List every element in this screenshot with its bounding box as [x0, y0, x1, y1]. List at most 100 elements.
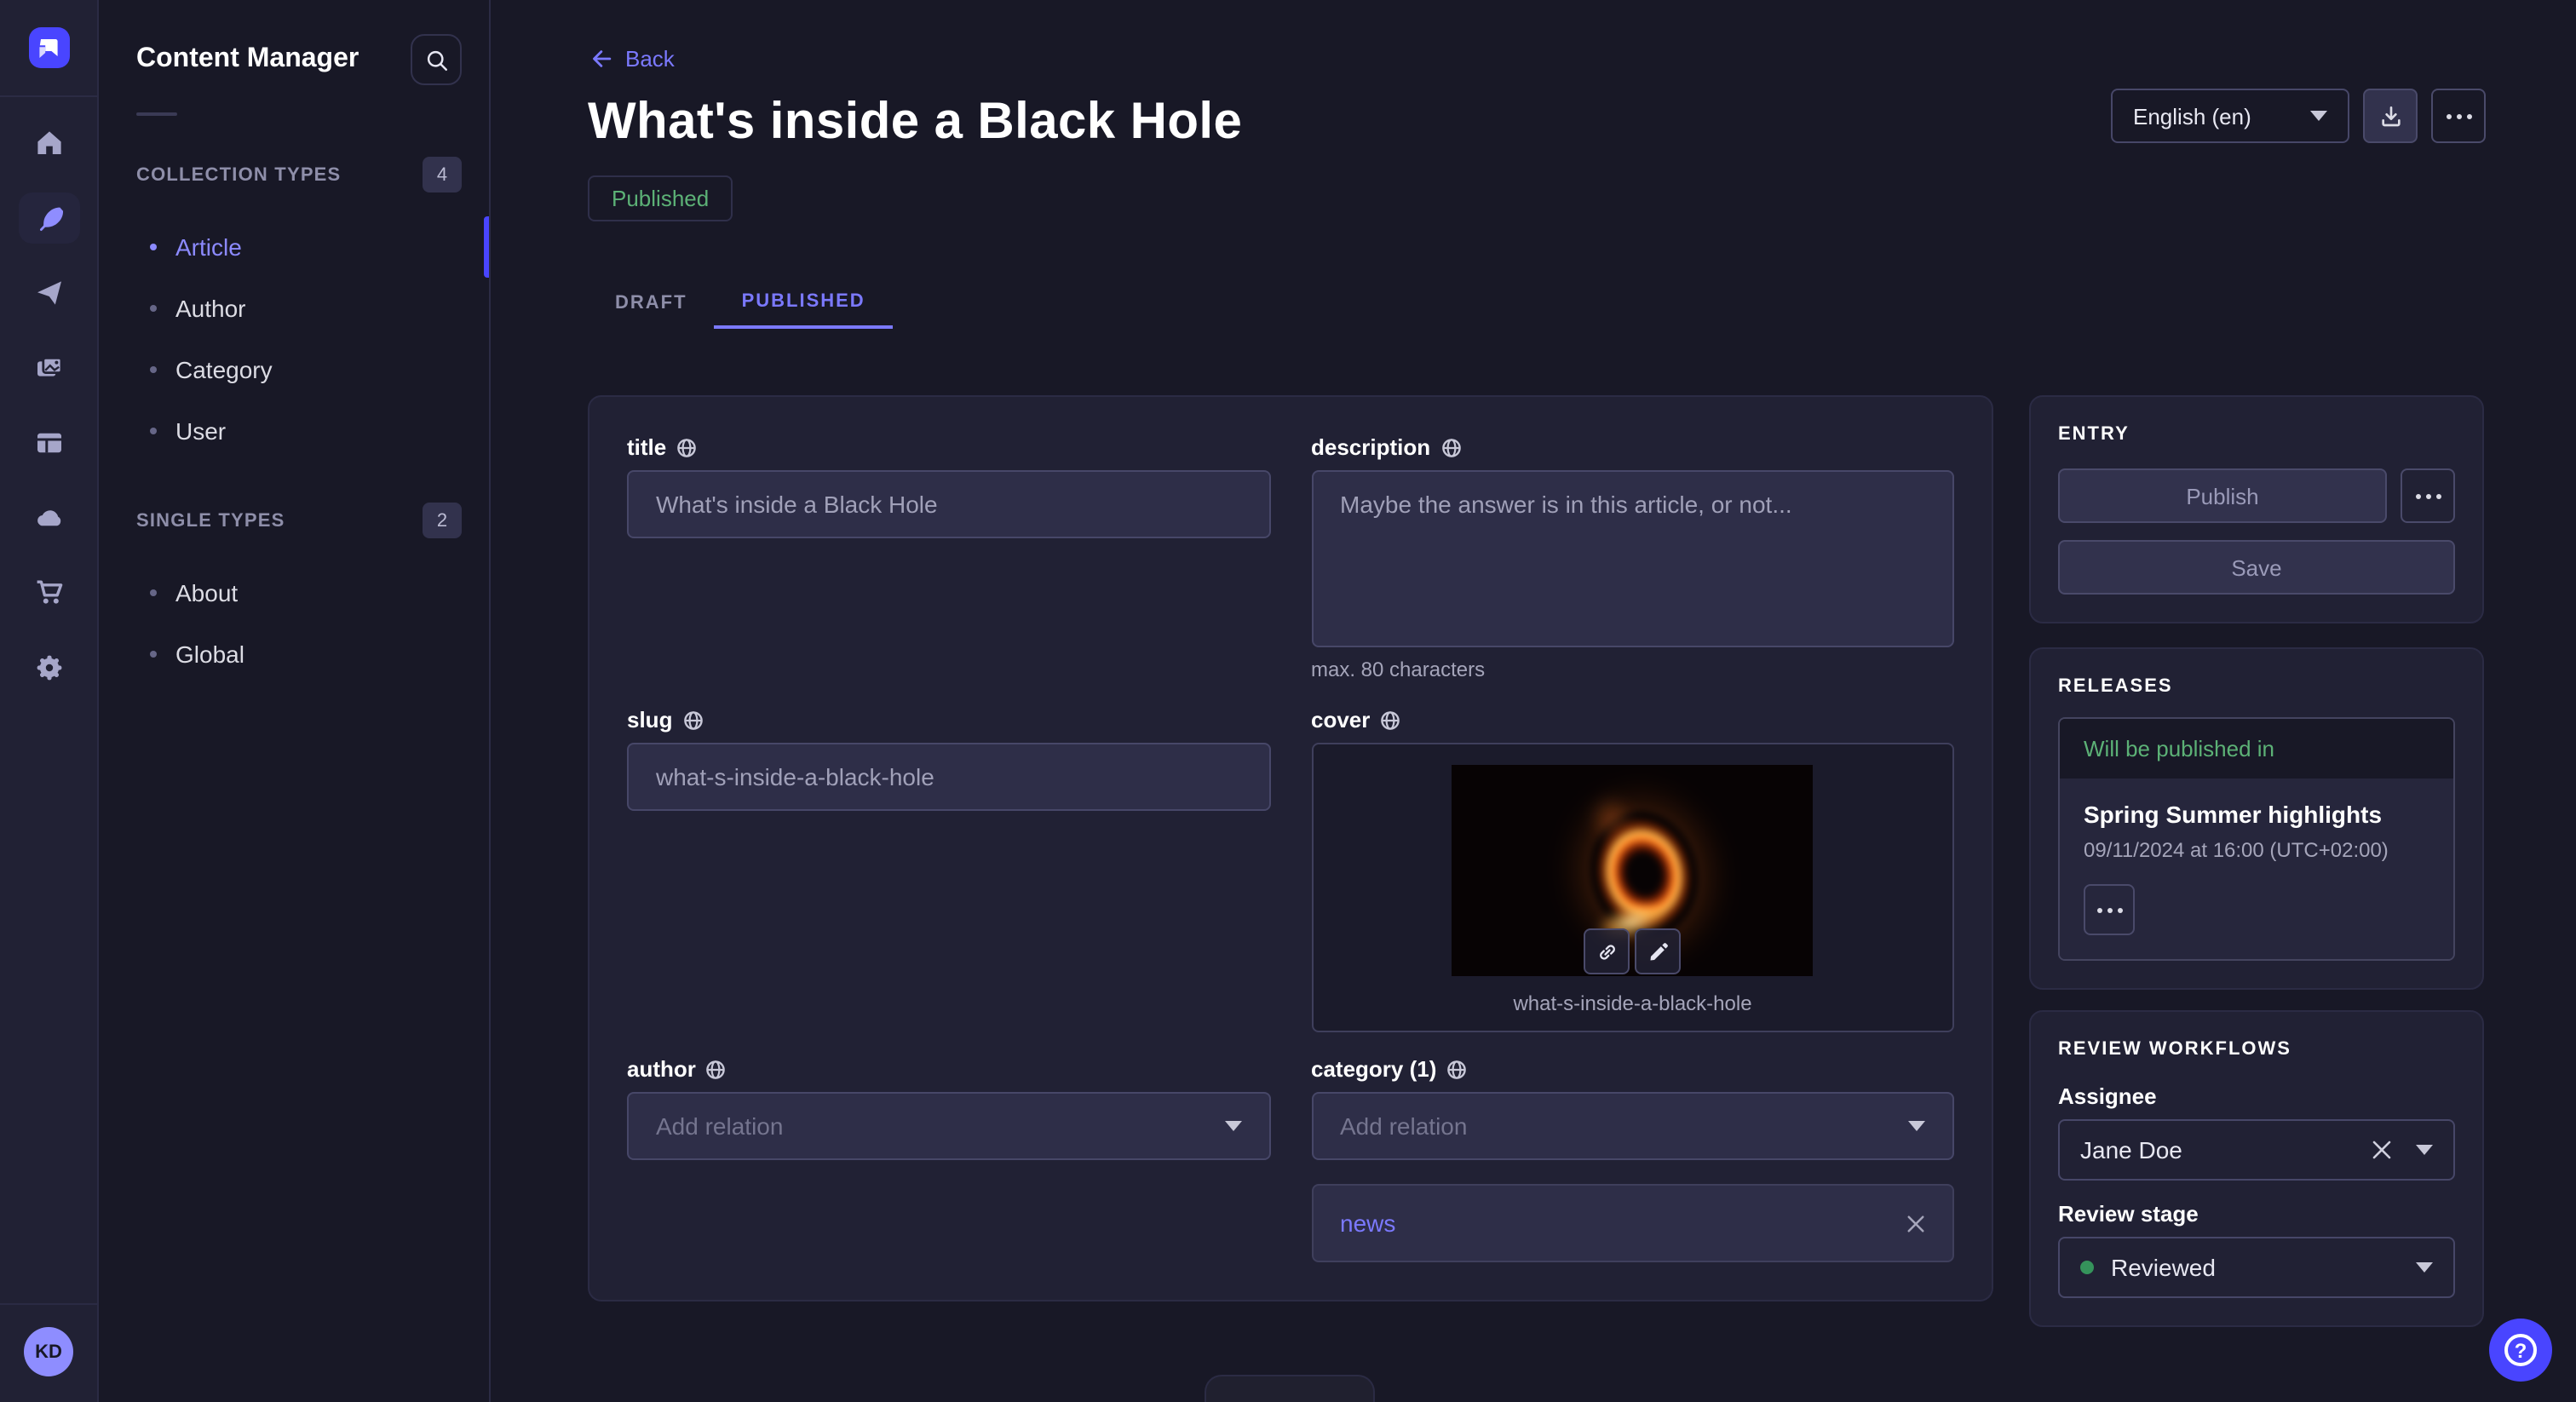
globe-icon [1440, 437, 1461, 457]
more-options-button[interactable] [2431, 89, 2486, 143]
gear-icon[interactable] [18, 642, 79, 693]
edit-media-button[interactable] [1636, 928, 1682, 974]
field-label: category (1) [1311, 1056, 1436, 1082]
avatar[interactable]: KD [24, 1327, 73, 1376]
ellipsis-icon [2446, 113, 2471, 118]
entry-more-button[interactable] [2401, 468, 2455, 523]
release-more-button[interactable] [2084, 884, 2135, 935]
bullet [150, 651, 157, 658]
strapi-logo[interactable] [28, 27, 69, 68]
back-arrow-icon [588, 46, 613, 72]
sidebar-item-author[interactable]: Author [136, 278, 462, 339]
title-input[interactable]: What's inside a Black Hole [627, 470, 1270, 538]
author-relation-select[interactable]: Add relation [627, 1092, 1270, 1160]
field-author: author Add relation [627, 1056, 1270, 1262]
clear-assignee-icon[interactable] [2372, 1140, 2392, 1160]
cloud-icon[interactable] [18, 492, 79, 543]
logo-container [0, 0, 97, 97]
remove-relation-icon[interactable] [1906, 1214, 1925, 1232]
category-relation-select[interactable]: Add relation [1311, 1092, 1954, 1160]
chevron-down-icon [1908, 1121, 1925, 1131]
help-button[interactable]: ? [2489, 1319, 2552, 1382]
assignee-select[interactable]: Jane Doe [2058, 1119, 2455, 1181]
save-button[interactable]: Save [2058, 540, 2455, 595]
layout-icon[interactable] [18, 417, 79, 468]
rail-nav [18, 118, 79, 693]
cover-media-card: what-s-inside-a-black-hole [1311, 743, 1954, 1032]
stage: KD Content Manager COLLECTION TYPES 4 Ar… [0, 0, 2576, 1402]
sidebar-item-user[interactable]: User [136, 400, 462, 462]
main-content: Back What's inside a Black Hole Publishe… [491, 0, 2576, 1402]
version-tabs: DRAFT PUBLISHED [588, 278, 2486, 329]
download-button[interactable] [2363, 89, 2418, 143]
section-collection-types: COLLECTION TYPES 4 Article Author Catego… [136, 157, 462, 462]
entry-panel: ENTRY Publish Save [2029, 395, 2484, 623]
search-icon [423, 47, 449, 72]
search-button[interactable] [411, 34, 462, 85]
field-label: title [627, 434, 666, 460]
bullet [150, 428, 157, 434]
bullet [150, 305, 157, 312]
sidebar-item-category[interactable]: Category [136, 339, 462, 400]
globe-icon [1380, 710, 1400, 730]
pencil-icon [1647, 939, 1670, 963]
cover-filename: what-s-inside-a-black-hole [1313, 991, 1952, 1015]
chevron-down-icon [1224, 1121, 1241, 1131]
home-icon[interactable] [18, 118, 79, 169]
feather-icon[interactable] [18, 192, 79, 244]
subnav: Content Manager COLLECTION TYPES 4 Artic… [99, 0, 491, 1402]
review-stage-label: Review stage [2058, 1201, 2455, 1227]
field-description: description Maybe the answer is in this … [1311, 434, 1954, 683]
field-label: author [627, 1056, 696, 1082]
field-label: cover [1311, 707, 1370, 733]
section-label: COLLECTION TYPES [136, 164, 341, 185]
sidebar-item-about[interactable]: About [136, 562, 462, 623]
ellipsis-icon [2415, 493, 2441, 498]
collection-types-count: 4 [423, 157, 462, 192]
field-title: title What's inside a Black Hole [627, 434, 1270, 683]
subnav-divider [136, 112, 177, 116]
description-textarea[interactable]: Maybe the answer is in this article, or … [1311, 470, 1954, 647]
question-mark-icon: ? [2504, 1334, 2537, 1366]
field-cover: cover [1311, 707, 1954, 1032]
entry-form-card: title What's inside a Black Hole descrip… [588, 395, 1993, 1301]
sidebar-item-global[interactable]: Global [136, 623, 462, 685]
category-relation-item: news [1311, 1184, 1954, 1262]
bullet [150, 244, 157, 250]
globe-icon [682, 710, 703, 730]
description-hint: max. 80 characters [1311, 658, 1954, 683]
collapsed-panel-tab[interactable] [1205, 1375, 1375, 1402]
tab-published[interactable]: PUBLISHED [715, 278, 893, 329]
back-link[interactable]: Back [588, 46, 675, 72]
ellipsis-icon [2096, 907, 2122, 912]
rail-divider [0, 1303, 97, 1305]
sidebar-item-article[interactable]: Article [136, 216, 462, 278]
bullet [150, 589, 157, 596]
slug-input[interactable]: what-s-inside-a-black-hole [627, 743, 1270, 811]
header-actions: English (en) [2111, 89, 2486, 143]
release-date: 09/11/2024 at 16:00 (UTC+02:00) [2084, 838, 2429, 862]
field-category: category (1) Add relation news [1311, 1056, 1954, 1262]
language-select[interactable]: English (en) [2111, 89, 2349, 143]
globe-icon [706, 1059, 727, 1079]
single-types-count: 2 [423, 503, 462, 538]
globe-icon [1446, 1059, 1467, 1079]
review-stage-select[interactable]: Reviewed [2058, 1237, 2455, 1298]
tab-draft[interactable]: DRAFT [588, 278, 715, 329]
bullet [150, 366, 157, 373]
section-single-types: SINGLE TYPES 2 About Global [136, 503, 462, 685]
publish-button[interactable]: Publish [2058, 468, 2387, 523]
pictures-icon[interactable] [18, 342, 79, 394]
copy-link-button[interactable] [1584, 928, 1630, 974]
app-window: KD Content Manager COLLECTION TYPES 4 Ar… [0, 0, 2576, 1402]
panel-title: REVIEW WORKFLOWS [2058, 1039, 2455, 1060]
chevron-down-icon [2416, 1262, 2433, 1273]
paper-plane-icon[interactable] [18, 267, 79, 319]
nav-rail: KD [0, 0, 99, 1402]
relation-link-news[interactable]: news [1340, 1210, 1395, 1237]
review-workflows-panel: REVIEW WORKFLOWS Assignee Jane Doe Revie… [2029, 1010, 2484, 1327]
cart-icon[interactable] [18, 567, 79, 618]
side-column: ENTRY Publish Save RELEASES Will be publ… [2029, 395, 2484, 1327]
field-slug: slug what-s-inside-a-black-hole [627, 707, 1270, 1032]
releases-panel: RELEASES Will be published in Spring Sum… [2029, 647, 2484, 990]
